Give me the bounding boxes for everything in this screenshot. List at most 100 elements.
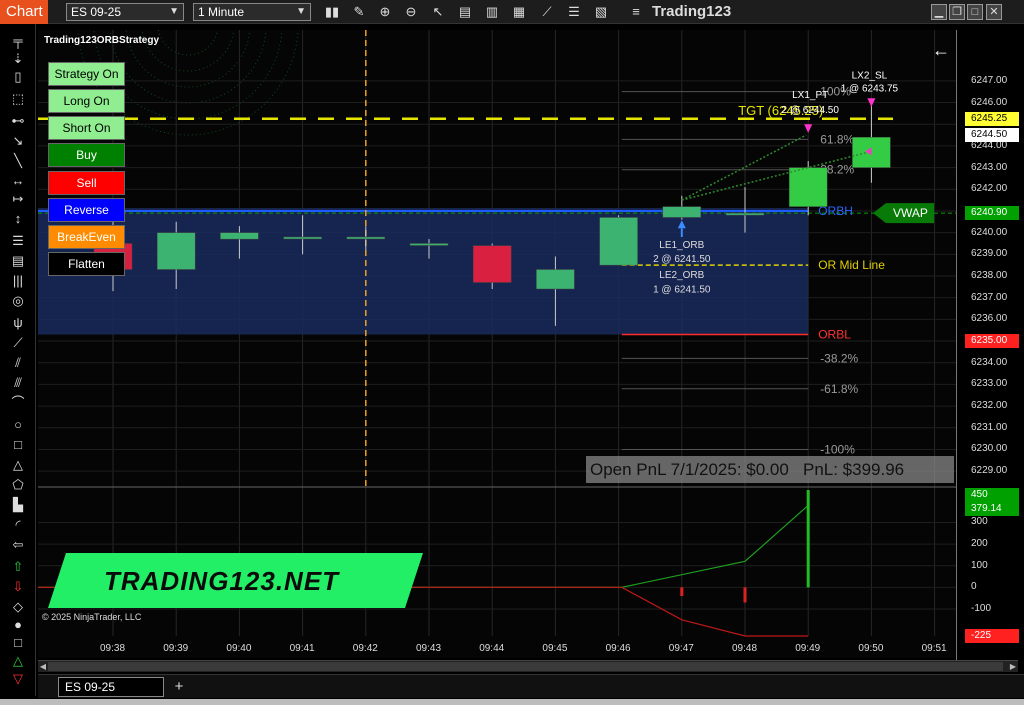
dot-icon[interactable]: ● xyxy=(8,616,28,634)
time-tick-label: 09:42 xyxy=(352,643,378,654)
text-marker-icon[interactable]: ⇦ xyxy=(8,536,28,554)
fib-circle-icon[interactable]: ◎ xyxy=(8,292,28,310)
regression-channel-icon[interactable]: ⫽ xyxy=(8,354,28,372)
price-axis[interactable]: 6247.006246.006245.006244.006243.006242.… xyxy=(956,30,1024,660)
zoom-in-icon[interactable]: ⊕ xyxy=(377,4,393,20)
arrow-down-icon[interactable]: ⇩ xyxy=(8,578,28,596)
arc-tool-icon[interactable]: ◜ xyxy=(8,516,28,534)
triangle-icon[interactable]: △ xyxy=(8,456,28,474)
minimize-icon[interactable]: ▁ xyxy=(931,4,947,20)
time-tick-label: 09:41 xyxy=(289,643,315,654)
price-tick-label: 6240.00 xyxy=(971,226,1008,238)
ellipse-icon[interactable]: ○ xyxy=(8,416,28,434)
trend-channel-icon[interactable]: ⫻ xyxy=(8,374,28,392)
time-tick-label: 09:44 xyxy=(479,643,505,654)
interval-selector[interactable]: 1 Minute ▼ xyxy=(193,3,311,21)
add-tab-icon[interactable]: + xyxy=(170,677,188,697)
bars-type-icon[interactable]: ▮▮ xyxy=(324,4,340,20)
rectangle-icon[interactable]: □ xyxy=(8,436,28,454)
pointer-icon[interactable]: ↖ xyxy=(430,4,446,20)
draw-pencil-icon[interactable]: ✎ xyxy=(351,4,367,20)
flatten-button[interactable]: Flatten xyxy=(48,252,125,276)
chevron-down-icon: ▼ xyxy=(296,6,306,17)
price-tick-label: 6232.00 xyxy=(971,400,1008,412)
price-badge: 6235.00 xyxy=(965,334,1019,349)
horizontal-line-icon[interactable]: ↦ xyxy=(8,190,28,208)
ray-icon[interactable]: ↘ xyxy=(8,132,28,150)
ruler-icon[interactable]: ╤ xyxy=(8,32,28,50)
scroll-left-icon[interactable]: ◀ xyxy=(38,661,48,672)
triangle-down-icon[interactable]: ▽ xyxy=(8,670,28,688)
vertical-line-icon[interactable]: ↕ xyxy=(8,210,28,228)
chart-strategy-name: Trading123ORBStrategy xyxy=(44,35,160,46)
long-on-button[interactable]: Long On xyxy=(48,89,125,113)
breakeven-button[interactable]: BreakEven xyxy=(48,225,125,249)
strategy-on-button[interactable]: Strategy On xyxy=(48,62,125,86)
properties-icon[interactable]: ☰ xyxy=(566,4,582,20)
instrument-selector[interactable]: ES 09-25 ▼ xyxy=(66,3,184,21)
fib-time-icon[interactable]: ||| xyxy=(8,272,28,290)
triangle-up-icon[interactable]: △ xyxy=(8,652,28,670)
arrow-up-icon[interactable]: ⇧ xyxy=(8,558,28,576)
price-tick-label: 6239.00 xyxy=(971,248,1008,260)
menu-icon[interactable]: ≡ xyxy=(628,4,644,20)
close-icon[interactable]: ✕ xyxy=(986,4,1002,20)
polygon-icon[interactable]: ⬠ xyxy=(8,476,28,494)
strategies-icon[interactable]: ▦ xyxy=(511,4,527,20)
tab-es-09-25[interactable]: ES 09-25 xyxy=(58,677,164,697)
total-pnl: PnL: $399.96 xyxy=(802,460,905,479)
restore-icon[interactable]: ❐ xyxy=(949,4,965,20)
price-tick-label: 6238.00 xyxy=(971,270,1008,281)
region-icon[interactable]: ⬚ xyxy=(8,90,28,108)
tab-bar: ES 09-25 + xyxy=(38,674,1024,698)
lower-badge: -225 xyxy=(965,629,1019,643)
sell-button[interactable]: Sell xyxy=(48,171,125,195)
buy-button[interactable]: Buy xyxy=(48,143,125,167)
scroll-right-icon[interactable]: ▶ xyxy=(1008,661,1018,672)
indicators-icon[interactable]: ▥ xyxy=(484,4,500,20)
extended-line-icon[interactable]: ↔ xyxy=(8,172,28,190)
maximize-icon[interactable]: □ xyxy=(967,4,983,20)
time-axis[interactable]: 09:38 09:39 09:40 09:41 09:42 09:43 09:44 09:45… xyxy=(38,636,956,658)
fib-retracement-icon[interactable]: ☰ xyxy=(8,232,28,250)
line-icon[interactable]: ⊷ xyxy=(8,112,28,130)
time-tick-label: 09:40 xyxy=(226,643,252,654)
price-tick-label: 6229.00 xyxy=(971,465,1008,477)
price-range-icon[interactable]: ▯ xyxy=(8,68,28,86)
short-on-button[interactable]: Short On xyxy=(48,116,125,140)
lower-tick-label: 100 xyxy=(971,559,988,571)
scroll-thumb[interactable] xyxy=(48,662,1003,671)
candle-body xyxy=(346,236,386,240)
data-box-icon[interactable]: ▤ xyxy=(457,4,473,20)
copyright: © 2025 NinjaTrader, LLC xyxy=(42,612,142,622)
candle-body xyxy=(536,269,575,290)
square-icon[interactable]: □ xyxy=(8,634,28,652)
diagonal-line-icon[interactable]: ╲ xyxy=(8,152,28,170)
candle-body xyxy=(283,236,322,240)
lower-tick-label: 300 xyxy=(971,516,988,528)
candle-body xyxy=(599,217,638,266)
pnl-display: Open PnL 7/1/2025: $0.00 PnL: $399.96 xyxy=(586,456,954,483)
zoom-out-icon[interactable]: ⊖ xyxy=(403,4,419,20)
time-cycles-icon[interactable]: ▙ xyxy=(8,496,28,514)
line-study-icon[interactable]: ⟋ xyxy=(539,4,555,20)
templates-icon[interactable]: ▧ xyxy=(593,4,609,20)
price-badge: 6240.90 xyxy=(965,206,1019,221)
lower-tick-label: 200 xyxy=(971,538,988,550)
fib-extension-icon[interactable]: ▤ xyxy=(8,252,28,270)
vwap-label: VWAP xyxy=(893,206,928,220)
gann-fan-icon[interactable]: ⟋ xyxy=(8,334,28,352)
back-arrow-icon[interactable]: ← xyxy=(932,40,950,61)
risk-reward-icon[interactable]: ⇣ xyxy=(8,50,28,68)
logo-text: TRADING123.NET xyxy=(104,566,340,596)
chevron-down-icon: ▼ xyxy=(169,6,179,17)
andrews-pitchfork-icon[interactable]: ψ xyxy=(8,314,28,332)
trade-detail: 2 @ 6244.50 xyxy=(781,105,839,116)
time-tick-label: 09:38 xyxy=(100,643,126,654)
lower-tick-label: -100 xyxy=(971,602,992,614)
arc-icon[interactable]: ⌒ xyxy=(8,394,28,412)
reverse-button[interactable]: Reverse xyxy=(48,198,125,222)
horizontal-scrollbar[interactable]: ◀ ▶ xyxy=(38,660,1018,672)
price-badge: 6244.50 xyxy=(965,128,1019,143)
diamond-icon[interactable]: ◇ xyxy=(8,598,28,616)
